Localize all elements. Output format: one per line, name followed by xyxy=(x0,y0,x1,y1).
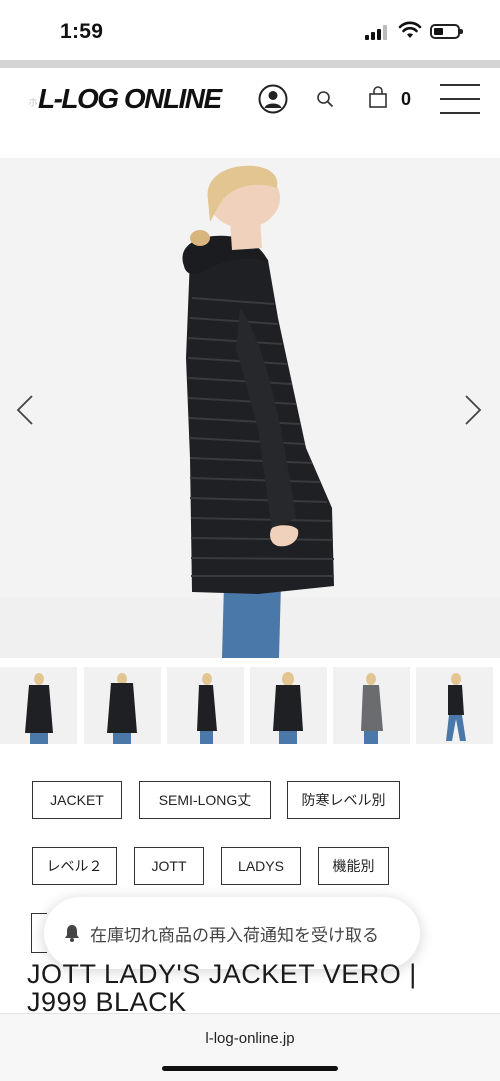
home-indicator xyxy=(162,1066,338,1071)
battery-icon xyxy=(430,24,463,39)
chevron-left-icon[interactable] xyxy=(14,393,36,427)
breadcrumb-partial: ホ xyxy=(28,98,38,109)
thumbnail-strip xyxy=(0,667,500,745)
thumbnail-side[interactable] xyxy=(167,667,244,744)
model-photo xyxy=(0,158,500,658)
product-title: JOTT LADY'S JACKET VERO | J999 BLACK xyxy=(27,959,417,1017)
restock-notify-label: 在庫切れ商品の再入荷通知を受け取る xyxy=(90,926,379,946)
tag-semi-long[interactable]: SEMI-LONG丈 xyxy=(139,781,271,819)
site-logo[interactable]: L-LOG ONLINE xyxy=(38,83,222,115)
bell-icon xyxy=(65,925,79,942)
status-bar: 1:59 xyxy=(0,0,500,60)
cart-count[interactable]: 0 xyxy=(401,89,411,110)
tag-warmth-level[interactable]: 防寒レベル別 xyxy=(287,781,400,819)
url-text[interactable]: l-log-online.jp xyxy=(0,1030,500,1047)
tag-function[interactable]: 機能別 xyxy=(318,847,389,885)
account-icon[interactable] xyxy=(258,84,288,114)
status-time: 1:59 xyxy=(60,20,104,43)
shopping-bag-icon[interactable] xyxy=(368,86,388,108)
thumbnail-front[interactable] xyxy=(0,667,77,744)
thumbnail-walking[interactable] xyxy=(416,667,493,744)
tag-jacket[interactable]: JACKET xyxy=(32,781,122,819)
cellular-signal-icon xyxy=(365,24,391,40)
search-icon[interactable] xyxy=(316,90,334,108)
tag-jott[interactable]: JOTT xyxy=(134,847,204,885)
product-main-image[interactable] xyxy=(0,158,500,658)
site-header: ホ L-LOG ONLINE 0 xyxy=(0,68,500,158)
thumbnail-gray-coat[interactable] xyxy=(333,667,410,744)
tag-ladys[interactable]: LADYS xyxy=(221,847,301,885)
chevron-right-icon[interactable] xyxy=(462,393,484,427)
wifi-icon xyxy=(398,21,422,38)
tag-level-2[interactable]: レベル２ xyxy=(32,847,117,885)
browser-url-bar[interactable]: l-log-online.jp xyxy=(0,1013,500,1081)
thumbnail-front-hood[interactable] xyxy=(84,667,161,744)
thumbnail-back[interactable] xyxy=(250,667,327,744)
browser-top-divider xyxy=(0,60,500,68)
hamburger-menu-icon[interactable] xyxy=(440,84,480,114)
